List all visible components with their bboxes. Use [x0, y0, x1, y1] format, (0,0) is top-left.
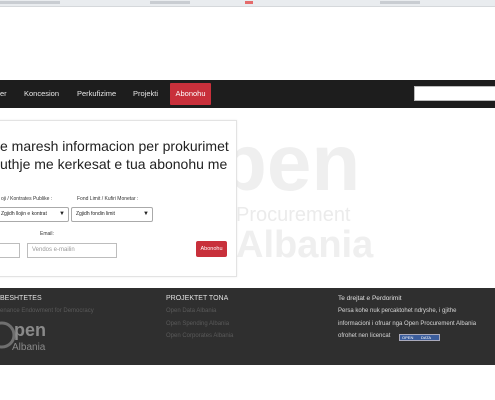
fund-limit-value: Zgjidh fondin limit	[76, 211, 115, 217]
watermark-albania: Albania	[236, 224, 374, 266]
footer-logo-albania: Albania	[12, 342, 46, 353]
contract-type-value: Zgjidh llojin e kontrat	[1, 211, 47, 217]
license-badge-right: DATA	[421, 335, 432, 340]
fund-limit-select[interactable]: Zgjidh fondin limit ▼	[71, 207, 153, 222]
subscribe-button[interactable]: Abonohu	[196, 241, 227, 257]
nav-item-koncesion[interactable]: Koncesion	[24, 80, 59, 108]
license-badge-left: OPEN	[402, 335, 414, 340]
footer-logo-word: pen	[14, 320, 47, 340]
panel-headline: e maresh informacion per prokurimet uthj…	[0, 137, 229, 173]
email-label: Email:	[40, 231, 54, 237]
email-field[interactable]: Vendos e-mailin	[27, 243, 117, 258]
headline-line-1: e maresh informacion per prokurimet	[0, 138, 229, 154]
page-bottom-area	[0, 365, 495, 400]
footer-logo: pen Albania	[0, 318, 68, 363]
footer-link-open-corporates[interactable]: Open Corporates Albania	[166, 333, 233, 339]
chevron-down-icon: ▼	[59, 211, 65, 217]
footer-link[interactable]: enance Endowment for Democracy	[0, 308, 94, 314]
contract-type-label: oji / Kontrates Publike :	[1, 196, 53, 202]
fund-limit-label: Fond Limit / Kufiri Monetar :	[77, 196, 139, 202]
footer-col2-title: PROJEKTET TONA	[166, 295, 229, 302]
footer-link-open-spending[interactable]: Open Spending Albania	[166, 321, 229, 327]
headline-line-2: uthje me kerkesat e tua abonohu me	[0, 156, 228, 172]
nav-item-partial[interactable]: er	[0, 80, 7, 108]
chevron-down-icon: ▼	[143, 211, 149, 217]
contract-type-select[interactable]: Zgjidh llojin e kontrat ▼	[0, 207, 69, 222]
main-navbar: er Koncesion Perkufizime Projekti Abonoh…	[0, 80, 495, 108]
nav-item-projekti[interactable]: Projekti	[133, 80, 158, 108]
footer-text-line-2: informacioni i ofruar nga Open Procureme…	[338, 321, 477, 327]
search-input[interactable]	[414, 86, 495, 101]
nav-abonohu-button[interactable]: Abonohu	[170, 83, 211, 105]
license-badge-icon[interactable]: OPEN DATA	[399, 334, 440, 341]
footer-text-line-3: ofrohet nen licencat	[338, 333, 391, 339]
footer: BESHTETES enance Endowment for Democracy…	[0, 288, 495, 365]
footer-text-line-1: Persa kohe nuk percaktohet ndryshe, i gj…	[338, 308, 457, 314]
browser-top-strip	[0, 0, 495, 7]
nav-item-perkufizime[interactable]: Perkufizime	[77, 80, 116, 108]
name-field[interactable]	[0, 243, 20, 258]
footer-link-open-data[interactable]: Open Data Albania	[166, 308, 216, 314]
footer-col1-title: BESHTETES	[0, 295, 42, 302]
footer-col3-title: Te drejtat e Perdorimit	[338, 295, 402, 302]
watermark-word: pen	[218, 118, 361, 207]
